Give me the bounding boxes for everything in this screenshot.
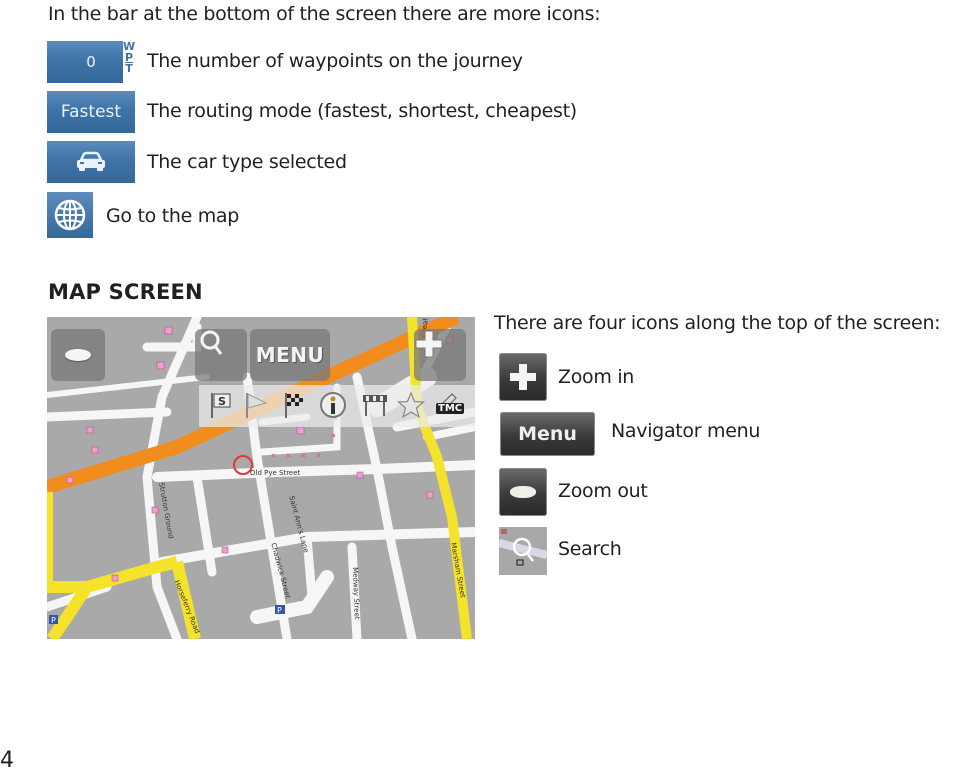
info-icon[interactable] bbox=[319, 391, 349, 421]
page-number: 4 bbox=[0, 748, 14, 773]
search-description: Search bbox=[558, 538, 622, 560]
zoom-in-icon bbox=[510, 364, 536, 390]
map-zoom-out-button[interactable] bbox=[51, 329, 105, 381]
car-type-description: The car type selected bbox=[147, 151, 347, 173]
menu-label: MENU bbox=[255, 343, 325, 367]
search-icon bbox=[200, 330, 223, 355]
intro-text: In the bar at the bottom of the screen t… bbox=[48, 3, 601, 25]
map-toolbar: S bbox=[199, 385, 475, 427]
tmc-badge: TMC bbox=[436, 403, 465, 414]
car-type-icon bbox=[47, 141, 135, 183]
menu-button-illustration: Menu bbox=[500, 412, 595, 456]
map-search-button[interactable] bbox=[195, 329, 247, 381]
section-title: MAP SCREEN bbox=[48, 280, 203, 304]
map-zoom-in-button[interactable] bbox=[414, 329, 466, 381]
routing-mode-label: Fastest bbox=[60, 102, 122, 122]
routing-mode-description: The routing mode (fastest, shortest, che… bbox=[147, 100, 577, 122]
waypoint-side-letters: W P T bbox=[123, 41, 135, 83]
zoom-out-icon bbox=[65, 349, 91, 361]
car-icon bbox=[77, 151, 105, 171]
roadworks-icon[interactable] bbox=[361, 391, 391, 421]
svg-text:P: P bbox=[51, 616, 56, 625]
go-to-map-icon bbox=[47, 192, 93, 238]
go-to-map-description: Go to the map bbox=[106, 205, 240, 227]
waypoint-count-icon: 0 W P T bbox=[47, 41, 135, 83]
search-icon bbox=[499, 529, 547, 566]
search-button-illustration bbox=[499, 527, 547, 575]
waypoint-flag-icon[interactable] bbox=[244, 391, 274, 421]
map-menu-button[interactable]: MENU bbox=[250, 329, 330, 381]
globe-icon bbox=[54, 199, 86, 231]
zoom-out-button-illustration bbox=[499, 468, 547, 516]
favourite-star-icon[interactable] bbox=[397, 391, 427, 421]
street-label: Old Pye Street bbox=[250, 469, 301, 477]
start-flag-icon[interactable]: S bbox=[209, 391, 239, 421]
navigator-menu-description: Navigator menu bbox=[611, 420, 761, 442]
finish-flag-icon[interactable] bbox=[283, 391, 313, 421]
map-screenshot: P P Old Pye Street Saint Ann's Lane Chad… bbox=[47, 317, 475, 639]
zoom-in-button-illustration bbox=[499, 353, 547, 401]
zoom-in-icon bbox=[415, 330, 443, 358]
zoom-out-icon bbox=[510, 486, 536, 498]
svg-text:P: P bbox=[277, 606, 282, 615]
zoom-out-description: Zoom out bbox=[558, 480, 648, 502]
svg-text:S: S bbox=[218, 395, 226, 408]
top-icons-intro: There are four icons along the top of th… bbox=[494, 312, 941, 334]
zoom-in-description: Zoom in bbox=[558, 366, 635, 388]
waypoint-count-value: 0 bbox=[86, 53, 96, 71]
waypoint-count-description: The number of waypoints on the journey bbox=[147, 50, 523, 72]
routing-mode-icon: Fastest bbox=[47, 91, 135, 133]
menu-icon-label: Menu bbox=[518, 423, 577, 445]
